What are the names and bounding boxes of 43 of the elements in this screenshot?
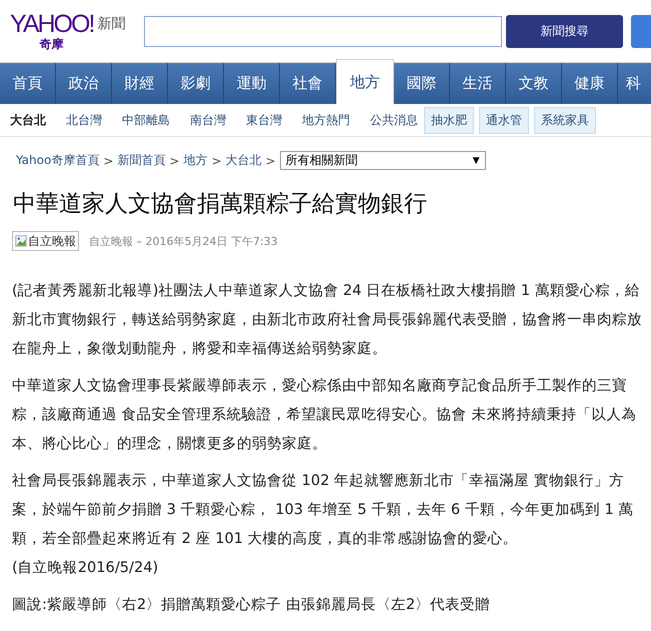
search-button[interactable]: 新聞搜尋	[506, 14, 624, 48]
breadcrumb-link[interactable]: 新聞首頁	[117, 152, 166, 169]
article-title: 中華道家人文協會捐萬顆粽子給實物銀行	[13, 190, 428, 219]
region-link[interactable]: 公共消息	[370, 112, 418, 128]
breadcrumb-separator: >	[266, 154, 276, 168]
region-link[interactable]: 東台灣	[246, 112, 282, 128]
article-paragraph: 社會局長張錦麗表示，中華道家人文協會從 102 年起就響應新北市「幸福滿屋 實物銀行」方案，於端午節前夕捐贈 3 千顆愛心粽， 103 年增至 5 千顆，去年 6 千顆，今年更加碼到 1 萬顆，若全部疊起來將近有 2 座 101 大樓的高度，真的非常感謝協會的愛心。 (自立晚報2016/5/24)	[12, 471, 634, 578]
nav-tab[interactable]: 運動	[224, 63, 280, 104]
byline: 自立晚報 – 2016年5月24日 下午7:33	[89, 234, 278, 248]
nav-tab[interactable]: 生活	[450, 63, 506, 104]
tag-link[interactable]: 系統家具	[534, 106, 596, 134]
region-link[interactable]: 大台北	[10, 112, 46, 128]
broken-image-icon	[15, 235, 27, 247]
article-paragraph: 圖說:紫嚴導師〈右2〉捐贈萬顆愛心粽子 由張錦麗局長〈左2〉代表受贈	[12, 595, 492, 615]
image-alt-text: 自立晚報	[28, 232, 76, 250]
article-paragraph: 中華道家人文協會理事長紫嚴導師表示，愛心粽係由中部知名廠商亨記食品所手工製作的三寶粽，該廠商通過 食品安全管理系統驗證，希望讓民眾吃得安心。協會 未來將持續秉持「以人為本、將心比心」的理念，關懷更多的弱勢家庭。	[12, 376, 638, 454]
breadcrumb-separator: >	[169, 154, 180, 168]
partial-button[interactable]	[631, 14, 651, 48]
tag-link[interactable]: 通水管	[479, 106, 529, 134]
related-news-dropdown[interactable]: 所有相關新聞 ▼	[280, 151, 486, 170]
nav-tab[interactable]: 首頁	[0, 63, 56, 104]
tag-link[interactable]: 抽水肥	[424, 106, 474, 134]
nav-tab[interactable]: 國際	[394, 63, 450, 104]
search-field[interactable]	[144, 16, 502, 46]
section-name: 新聞	[97, 15, 126, 33]
nav-tab[interactable]: 財經	[112, 63, 168, 104]
yahoo-logo[interactable]: YAHOO! 奇摩	[10, 12, 94, 50]
nav-tab[interactable]: 健康	[562, 63, 618, 104]
region-link[interactable]: 北台灣	[66, 112, 102, 128]
breadcrumb-link[interactable]: 地方	[183, 152, 208, 169]
nav-tab[interactable]: 文教	[506, 63, 562, 104]
region-link[interactable]: 地方熱門	[302, 112, 350, 128]
breadcrumb-separator: >	[103, 154, 114, 168]
region-link[interactable]: 南台灣	[190, 112, 226, 128]
region-link[interactable]: 中部離島	[122, 112, 170, 128]
breadcrumb-link[interactable]: 大台北	[226, 152, 262, 169]
breadcrumb-link[interactable]: Yahoo奇摩首頁	[16, 152, 100, 169]
nav-tab[interactable]: 政治	[56, 63, 112, 104]
breadcrumb-separator: >	[211, 154, 222, 168]
nav-tab[interactable]: 地方	[336, 59, 394, 104]
nav-tab[interactable]: 科	[618, 63, 641, 104]
nav-tab[interactable]: 影劇	[168, 63, 224, 104]
article-paragraph: (記者黃秀麗新北報導)社團法人中華道家人文協會 24 日在板橋社政大樓捐贈 1 萬顆愛心粽，給新北市實物銀行，轉送給弱勢家庭，由新北市政府社會局長張錦麗代表受贈，協會將一串肉粽放在龍舟上，象徵划動龍舟，將愛和幸福傳送給弱勢家庭。	[12, 281, 642, 359]
